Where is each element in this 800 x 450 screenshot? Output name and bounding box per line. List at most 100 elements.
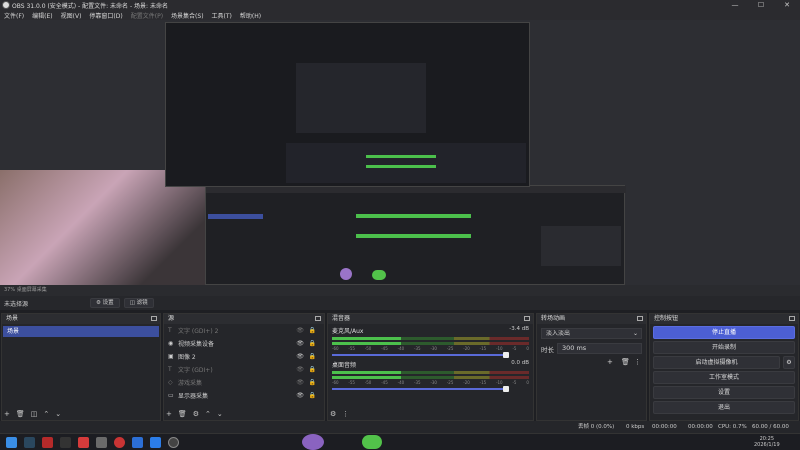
remove-transition-icon[interactable]: 🗑 — [621, 358, 630, 366]
edge-icon[interactable] — [150, 437, 161, 448]
visibility-eye-icon[interactable]: 👁 — [296, 366, 304, 373]
move-down-icon[interactable]: ⌄ — [55, 410, 61, 418]
visibility-eye-icon[interactable]: 👁 — [296, 392, 304, 399]
app-icon[interactable] — [132, 437, 143, 448]
scene-item[interactable]: 场景 — [3, 326, 159, 337]
lock-icon[interactable]: 🔒 — [309, 353, 316, 360]
app-icon[interactable] — [96, 437, 107, 448]
minimize-button[interactable]: — — [722, 0, 748, 10]
undock-icon[interactable] — [151, 316, 157, 321]
exit-button[interactable]: 退出 — [653, 401, 795, 414]
tick-label: -15 — [479, 380, 487, 385]
visibility-eye-icon[interactable]: 👁 — [296, 379, 304, 386]
source-settings-button[interactable]: ⚙ 设置 — [90, 298, 120, 308]
studio-mode-button[interactable]: 工作室模式 — [653, 371, 795, 384]
remove-source-icon[interactable]: 🗑 — [178, 410, 187, 418]
tick-label: -55 — [348, 380, 355, 385]
menu-scene-collection[interactable]: 场景集合(S) — [171, 11, 204, 20]
lock-icon[interactable]: 🔒 — [309, 327, 316, 334]
source-label: 游戏采集 — [178, 380, 203, 387]
lock-icon[interactable]: 🔒 — [309, 392, 316, 399]
scene-filter-icon[interactable]: ◫ — [31, 410, 38, 418]
mixer-menu-icon[interactable]: ⋮ — [342, 410, 349, 418]
windows-start-icon[interactable] — [6, 437, 17, 448]
cpu-usage: CPU: 0.7% — [718, 424, 747, 430]
visibility-eye-icon[interactable]: 👁 — [296, 340, 304, 347]
remove-scene-icon[interactable]: 🗑 — [16, 410, 25, 418]
move-up-icon[interactable]: ⌃ — [205, 410, 211, 418]
volume-slider[interactable] — [332, 352, 510, 358]
add-transition-icon[interactable]: + — [607, 358, 613, 366]
lock-icon[interactable]: 🔒 — [309, 340, 316, 347]
channel-db: -3.4 dB — [509, 326, 529, 332]
obs-taskbar-icon[interactable] — [168, 437, 179, 448]
transition-select[interactable]: 淡入淡出 ⌄ — [541, 328, 642, 339]
chevron-down-icon: ⌄ — [632, 330, 638, 337]
menu-docks[interactable]: 停靠窗口(D) — [89, 11, 122, 20]
start-recording-button[interactable]: 开始录制 — [653, 341, 795, 354]
close-button[interactable]: ✕ — [774, 0, 800, 10]
source-label: 显示器采集 — [178, 393, 209, 400]
virtual-camera-button[interactable]: 启动虚拟摄像机 — [653, 356, 780, 369]
source-item[interactable]: ◇ 游戏采集 👁 🔒 — [164, 376, 324, 389]
window-title: OBS 31.0.0 (安全模式) - 配置文件: 未命名 - 场景: 未命名 — [12, 2, 168, 10]
duration-input[interactable]: 300 ms — [557, 343, 642, 354]
source-item[interactable]: T 文字 (GDI+) 2 👁 🔒 — [164, 324, 324, 337]
obs-logo-icon — [2, 1, 10, 9]
source-filters-button[interactable]: ◫ 滤镜 — [123, 298, 154, 308]
preview-canvas[interactable] — [0, 20, 800, 285]
tick-label: 0 — [526, 346, 529, 351]
tick-label: -60 — [332, 380, 339, 385]
tick-label: -10 — [496, 346, 503, 351]
gamepad-icon: ◇ — [168, 379, 173, 386]
menu-view[interactable]: 视图(V) — [61, 11, 82, 20]
undock-icon[interactable] — [315, 316, 321, 321]
add-source-icon[interactable]: + — [166, 410, 172, 418]
app-icon[interactable] — [60, 437, 71, 448]
source-item[interactable]: T 文字 (GDI+) 👁 🔒 — [164, 363, 324, 376]
steam-icon[interactable] — [24, 437, 35, 448]
tick-label: -25 — [446, 346, 454, 351]
menu-profile[interactable]: 配置文件(P) — [131, 11, 163, 20]
volume-slider[interactable] — [332, 386, 510, 392]
add-scene-icon[interactable]: + — [4, 410, 10, 418]
visibility-eye-icon[interactable]: 👁 — [296, 353, 304, 360]
undock-icon[interactable] — [637, 316, 643, 321]
transitions-dock: 转场动画 淡入淡出 ⌄ 时长 300 ms + 🗑 ⋮ — [536, 313, 647, 421]
lock-icon[interactable]: 🔒 — [309, 366, 316, 373]
mixer-dock: 混音器 麦克风/Aux -3.4 dB -60 -55 -50 -45 -40 -35 -3… — [327, 313, 534, 421]
advanced-audio-icon[interactable]: ⚙ — [330, 410, 336, 418]
tick-label: -5 — [512, 380, 517, 385]
clock[interactable]: 20:25 2026/1/19 — [754, 436, 780, 448]
source-item[interactable]: ▣ 图像 2 👁 🔒 — [164, 350, 324, 363]
source-item[interactable]: ◉ 视频采集设备 👁 🔒 — [164, 337, 324, 350]
tick-label: -20 — [463, 380, 470, 385]
undock-icon[interactable] — [789, 316, 795, 321]
nested-obs-capture-2 — [165, 22, 530, 187]
stop-streaming-button[interactable]: 停止直播 — [653, 326, 795, 339]
source-properties-icon[interactable]: ⚙ — [193, 410, 199, 418]
undock-icon[interactable] — [524, 316, 530, 321]
move-down-icon[interactable]: ⌄ — [217, 410, 223, 418]
move-up-icon[interactable]: ⌃ — [43, 410, 49, 418]
lock-icon[interactable]: 🔒 — [309, 379, 316, 386]
tick-label: -60 — [332, 346, 339, 351]
app-icon[interactable] — [42, 437, 53, 448]
menu-file[interactable]: 文件(F) — [4, 11, 24, 20]
scenes-title: 场景 — [6, 315, 19, 322]
app-icon[interactable] — [78, 437, 89, 448]
gear-icon[interactable]: ⚙ — [783, 356, 795, 369]
netease-music-icon[interactable] — [114, 437, 125, 448]
visibility-eye-icon[interactable]: 👁 — [296, 327, 304, 334]
menu-tools[interactable]: 工具(T) — [212, 11, 232, 20]
menu-edit[interactable]: 编辑(E) — [32, 11, 52, 20]
record-time: 00:00:00 — [688, 424, 713, 430]
settings-button[interactable]: 设置 — [653, 386, 795, 399]
transition-menu-icon[interactable]: ⋮ — [634, 358, 641, 366]
maximize-button[interactable]: ☐ — [748, 0, 774, 10]
menu-help[interactable]: 帮助(H) — [240, 11, 261, 20]
menu-bar: 文件(F) 编辑(E) 视图(V) 停靠窗口(D) 配置文件(P) 场景集合(S… — [0, 10, 800, 20]
source-item[interactable]: ▭ 显示器采集 👁 🔒 — [164, 389, 324, 402]
source-label: 图像 2 — [178, 354, 196, 361]
stream-time: 00:00:00 — [652, 424, 677, 430]
